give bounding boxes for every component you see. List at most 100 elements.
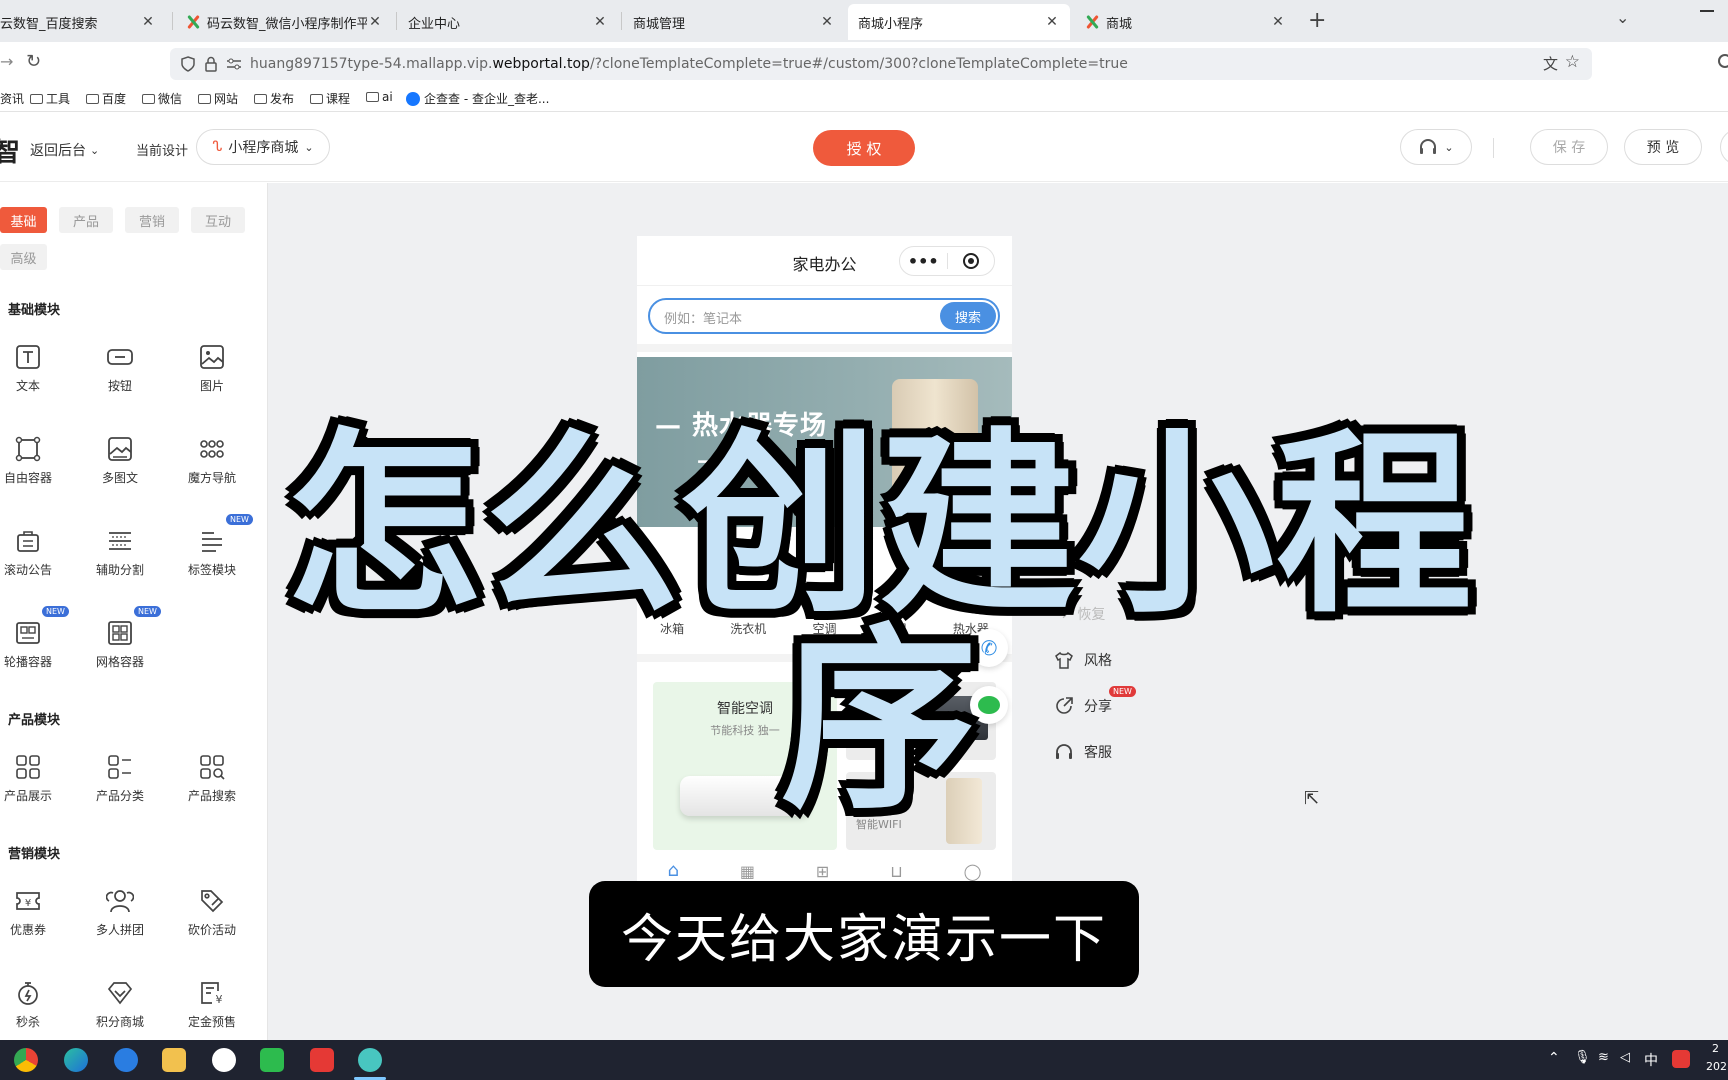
tab-product[interactable]: 产品 <box>59 207 113 233</box>
tab-marketing[interactable]: 营销 <box>125 207 179 233</box>
search-bar[interactable]: 例如：笔记本 搜索 <box>648 298 1000 334</box>
close-icon[interactable]: ✕ <box>140 14 156 30</box>
forward-icon[interactable]: → <box>0 52 13 71</box>
chrome-icon[interactable] <box>14 1048 38 1072</box>
bookmark-item[interactable]: 微信 <box>142 90 182 107</box>
save-button[interactable]: 保 存 <box>1530 129 1608 165</box>
stopwatch-icon <box>18 982 38 1005</box>
preview-button[interactable]: 预 览 <box>1624 129 1702 165</box>
address-bar[interactable]: huang897157type-54.mallapp.vip. webportal… <box>170 48 1592 80</box>
search-button[interactable]: 搜索 <box>940 302 996 330</box>
ime-indicator[interactable]: 中 <box>1644 1050 1658 1070</box>
module-label: 轮播容器 <box>3 655 52 669</box>
module-scroll-notice[interactable]: 滚动公告 <box>0 527 68 599</box>
folder-icon <box>366 92 379 102</box>
bookmark-item[interactable]: 资讯 <box>0 90 24 107</box>
folder-icon <box>198 93 211 104</box>
more-button[interactable] <box>1720 129 1728 165</box>
bookmark-item[interactable]: 发布 <box>254 90 294 107</box>
module-product-category[interactable]: 产品分类 <box>80 753 160 825</box>
chevron-up-icon[interactable]: ⌃ <box>1548 1050 1560 1066</box>
close-icon[interactable]: ✕ <box>592 14 608 30</box>
authorize-button[interactable]: 授 权 <box>813 130 915 166</box>
module-label: 定金预售 <box>187 1015 236 1029</box>
close-target-icon[interactable] <box>948 253 995 269</box>
tab-interaction[interactable]: 互动 <box>191 207 245 233</box>
windows-taskbar: ⌃ 🎙 ≋ ◁ 中 2 202 <box>0 1040 1728 1080</box>
volume-icon[interactable]: ◁ <box>1620 1050 1630 1065</box>
module-label: 多人拼团 <box>95 923 144 937</box>
browser-tab[interactable]: 商城管理 ✕ <box>623 4 845 40</box>
bookmark-item[interactable]: 企查查 - 查企业_查老... <box>406 90 549 107</box>
module-free-container[interactable]: 自由容器 <box>0 435 68 507</box>
button-icon <box>107 349 133 365</box>
module-product-display[interactable]: 产品展示 <box>0 753 68 825</box>
chevron-down-icon[interactable]: ⌄ <box>1616 8 1629 27</box>
browser-s-icon[interactable] <box>114 1048 138 1072</box>
editor-header: 智 返回后台 ⌄ 当前设计 ᔐ 小程序商城 ⌄ 授 权 ⌄ 保 存 预 览 <box>0 112 1728 182</box>
tab-basic[interactable]: 基础 <box>0 207 47 233</box>
browser-tab[interactable]: 云数智_百度搜索 ✕ <box>0 4 166 40</box>
close-icon[interactable]: ✕ <box>819 14 835 30</box>
microphone-icon[interactable]: 🎙 <box>1574 1050 1591 1065</box>
bookmark-item[interactable]: 百度 <box>86 90 126 107</box>
group-users-icon <box>106 890 134 913</box>
design-select[interactable]: ᔐ 小程序商城 ⌄ <box>196 129 330 165</box>
module-button[interactable]: 按钮 <box>80 343 160 415</box>
close-icon[interactable]: ✕ <box>1044 14 1060 30</box>
sogou-icon[interactable] <box>1672 1050 1690 1068</box>
home-icon[interactable]: ⌂ <box>667 860 678 881</box>
bookmark-item[interactable]: 工具 <box>30 90 70 107</box>
bookmark-item[interactable]: 课程 <box>310 90 350 107</box>
module-image[interactable]: 图片 <box>172 343 252 415</box>
star-icon[interactable]: ☆ <box>1565 52 1580 72</box>
module-group-buy[interactable]: 多人拼团 <box>80 887 160 959</box>
back-to-admin-button[interactable]: 返回后台 ⌄ <box>30 140 99 160</box>
translate-icon[interactable]: 文 <box>1543 53 1558 74</box>
new-tab-button[interactable]: + <box>1308 8 1326 33</box>
module-divider[interactable]: 辅助分割 <box>80 527 160 599</box>
wechat-icon[interactable] <box>260 1048 284 1072</box>
module-multi-image-text[interactable]: 多图文 <box>80 435 160 507</box>
clock-date[interactable]: 202 <box>1706 1060 1727 1073</box>
support-menu[interactable]: ⌄ <box>1400 129 1472 165</box>
module-coupon[interactable]: ¥ 优惠券 <box>0 887 68 959</box>
recorder-icon[interactable] <box>310 1048 334 1072</box>
module-text[interactable]: 文本 <box>0 343 68 415</box>
browser-tab[interactable]: 企业中心 ✕ <box>398 4 618 40</box>
module-bargain[interactable]: 砍价活动 <box>172 887 252 959</box>
cart-icon[interactable]: ⊔ <box>890 862 902 881</box>
close-icon[interactable]: ✕ <box>367 14 383 30</box>
chevron-down-icon: ⌄ <box>90 143 100 157</box>
bookmark-item[interactable]: ai <box>366 90 393 104</box>
capsule-menu[interactable]: ••• <box>899 246 995 276</box>
user-icon[interactable]: ◯ <box>964 862 982 881</box>
folder-icon <box>30 93 43 104</box>
qq-icon[interactable] <box>212 1048 236 1072</box>
browser-tab[interactable]: 码云数智_微信小程序制作平台_ ✕ <box>175 4 393 40</box>
search-input[interactable]: 例如：笔记本 <box>664 308 742 327</box>
extension-icon[interactable] <box>1718 54 1728 68</box>
browser-tab[interactable]: 商城 ✕ <box>1074 4 1296 40</box>
active-app-icon[interactable] <box>358 1048 382 1072</box>
close-icon[interactable]: ✕ <box>1270 14 1286 30</box>
module-carousel-container[interactable]: 轮播容器 <box>0 619 68 691</box>
site-settings-icon[interactable] <box>226 57 242 71</box>
clock-time[interactable]: 2 <box>1712 1042 1719 1055</box>
edge-icon[interactable] <box>64 1048 88 1072</box>
bookmark-item[interactable]: 网站 <box>198 90 238 107</box>
tab-advanced[interactable]: 高级 <box>0 244 47 270</box>
folder-icon[interactable] <box>162 1048 186 1072</box>
reload-icon[interactable]: ↻ <box>26 51 41 72</box>
gift-icon[interactable]: ⊞ <box>816 862 829 881</box>
module-grid-container[interactable]: 网格容器 <box>80 619 160 691</box>
price-tag-icon <box>201 890 224 913</box>
browser-tab-active[interactable]: 商城小程序 ✕ <box>848 4 1070 40</box>
wifi-icon[interactable]: ≋ <box>1598 1050 1609 1065</box>
category-icon[interactable]: ▦ <box>740 862 755 881</box>
minimize-icon[interactable] <box>1700 10 1714 12</box>
bookmark-label: 百度 <box>102 92 127 106</box>
more-dots-icon[interactable]: ••• <box>900 252 947 271</box>
section-title: 基础模块 <box>8 303 61 318</box>
site-logo-icon <box>185 14 201 30</box>
